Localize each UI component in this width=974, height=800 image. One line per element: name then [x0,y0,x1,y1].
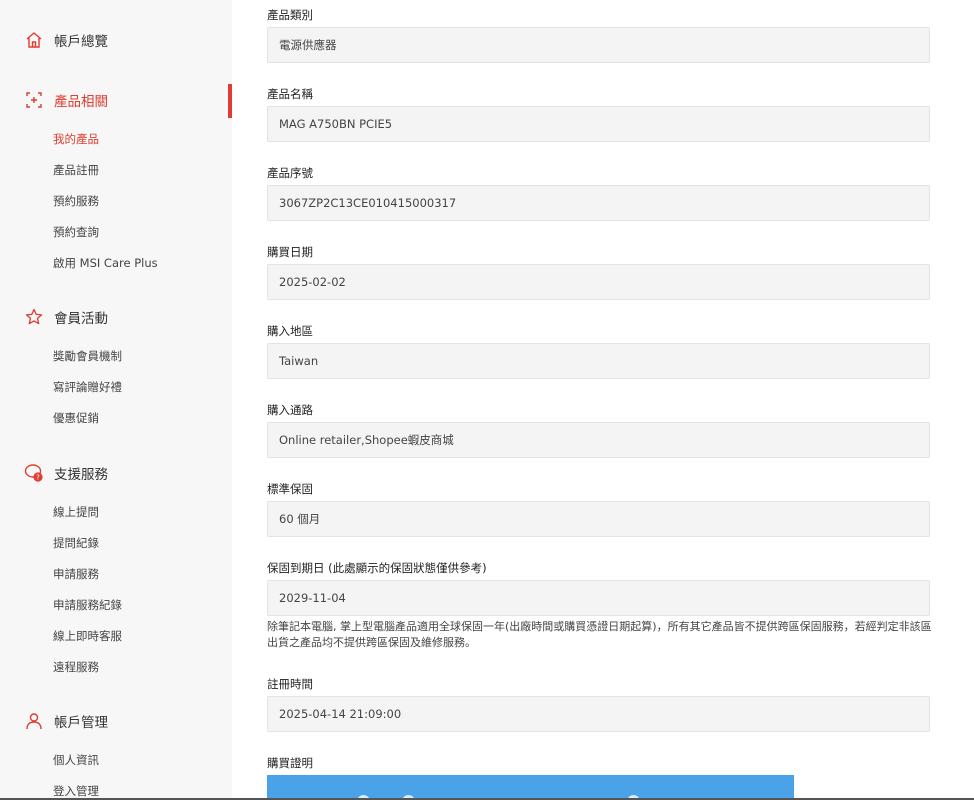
field-value: 3067ZP2C13CE010415000317 [279,196,457,210]
sidebar-item-rewards[interactable]: 獎勵會員機制 [53,348,122,364]
warranty-note: 除筆記本電腦, 掌上型電腦產品適用全球保固一年(出廠時間或購買憑證日期起算)，所… [267,620,932,649]
field-value: Online retailer,Shopee蝦皮商城 [279,433,454,447]
sidebar-item-review-gift[interactable]: 寫評論贈好禮 [53,379,122,395]
sidebar-section-member-activities[interactable]: 會員活動 [24,307,108,327]
star-icon [24,307,44,327]
field-value: 2029-11-04 [279,591,346,605]
sidebar-section-label: 帳戶管理 [54,715,108,731]
sidebar-item-my-products[interactable]: 我的產品 [53,131,99,147]
sidebar-item-service-history[interactable]: 申請服務紀錄 [53,597,122,613]
product-icon [24,90,44,110]
purchase-channel-field: Online retailer,Shopee蝦皮商城 [267,422,930,458]
user-icon [24,711,44,731]
sidebar-item-question-history[interactable]: 提問紀錄 [53,535,99,551]
sidebar-item-login-management[interactable]: 登入管理 [53,783,99,799]
sidebar-item-apply-service[interactable]: 申請服務 [53,566,99,582]
sidebar-item-msi-care-plus[interactable]: 啟用 MSI Care Plus [53,255,158,271]
field-value: Taiwan [279,354,319,368]
sidebar-item-booking-inquiry[interactable]: 預約查詢 [53,224,99,240]
support-chat-icon: ? [24,463,44,483]
field-label-category: 產品類別 [267,8,313,22]
sidebar-item-live-chat[interactable]: 線上即時客服 [53,628,122,644]
sidebar-item-book-service[interactable]: 預約服務 [53,193,99,209]
sidebar-item-remote-service[interactable]: 遠程服務 [53,659,99,675]
standard-warranty-field: 60 個月 [267,501,930,537]
field-value: MAG A750BN PCIE5 [279,117,393,131]
field-value: 2025-02-02 [279,275,346,289]
sidebar-section-products[interactable]: 產品相關 [24,90,108,110]
field-label-name: 產品名稱 [267,87,313,101]
field-label-registered-at: 註冊時間 [267,677,313,691]
purchase-date-field: 2025-02-02 [267,264,930,300]
sidebar-item-ask-online[interactable]: 線上提問 [53,504,99,520]
field-label-warranty: 標準保固 [267,482,313,496]
field-value: 電源供應器 [279,38,337,52]
field-value: 60 個月 [279,512,321,526]
field-label-serial: 產品序號 [267,166,313,180]
field-label-warranty-expiry: 保固到期日 (此處顯示的保固狀態僅供參考) [267,561,487,575]
sidebar-section-label: 產品相關 [54,94,108,110]
home-icon [24,30,44,50]
field-label-region: 購入地區 [267,324,313,338]
field-value: 2025-04-14 21:09:00 [279,707,402,721]
sidebar-item-personal-info[interactable]: 個人資訊 [53,752,99,768]
registration-time-field: 2025-04-14 21:09:00 [267,696,930,732]
purchase-region-field: Taiwan [267,343,930,379]
field-label-purchase-date: 購買日期 [267,245,313,259]
sidebar-item-product-registration[interactable]: 產品註冊 [53,162,99,178]
sidebar-section-account-management[interactable]: 帳戶管理 [24,711,108,731]
sidebar-section-label: 會員活動 [54,311,108,327]
sidebar: 帳戶總覽 產品相關 我的產品 產品註冊 預約服務 預約查詢 啟用 MSI Car… [0,0,232,800]
receipt-image[interactable] [267,775,794,800]
sidebar-section-account-overview[interactable]: 帳戶總覽 [24,30,108,50]
field-label-receipt: 購買證明 [267,756,313,770]
warranty-expiry-field: 2029-11-04 [267,580,930,616]
product-category-field: 電源供應器 [267,27,930,63]
sidebar-section-label: 帳戶總覽 [54,34,108,50]
sidebar-section-support[interactable]: ? 支援服務 [24,463,108,483]
product-name-field: MAG A750BN PCIE5 [267,106,930,142]
sidebar-item-promotions[interactable]: 優惠促銷 [53,410,99,426]
sidebar-section-label: 支援服務 [54,467,108,483]
serial-number-field: 3067ZP2C13CE010415000317 [267,185,930,221]
product-detail-panel: 產品類別 電源供應器 產品名稱 MAG A750BN PCIE5 產品序號 30… [232,0,974,800]
svg-text:?: ? [36,474,40,482]
field-label-channel: 購入通路 [267,403,313,417]
